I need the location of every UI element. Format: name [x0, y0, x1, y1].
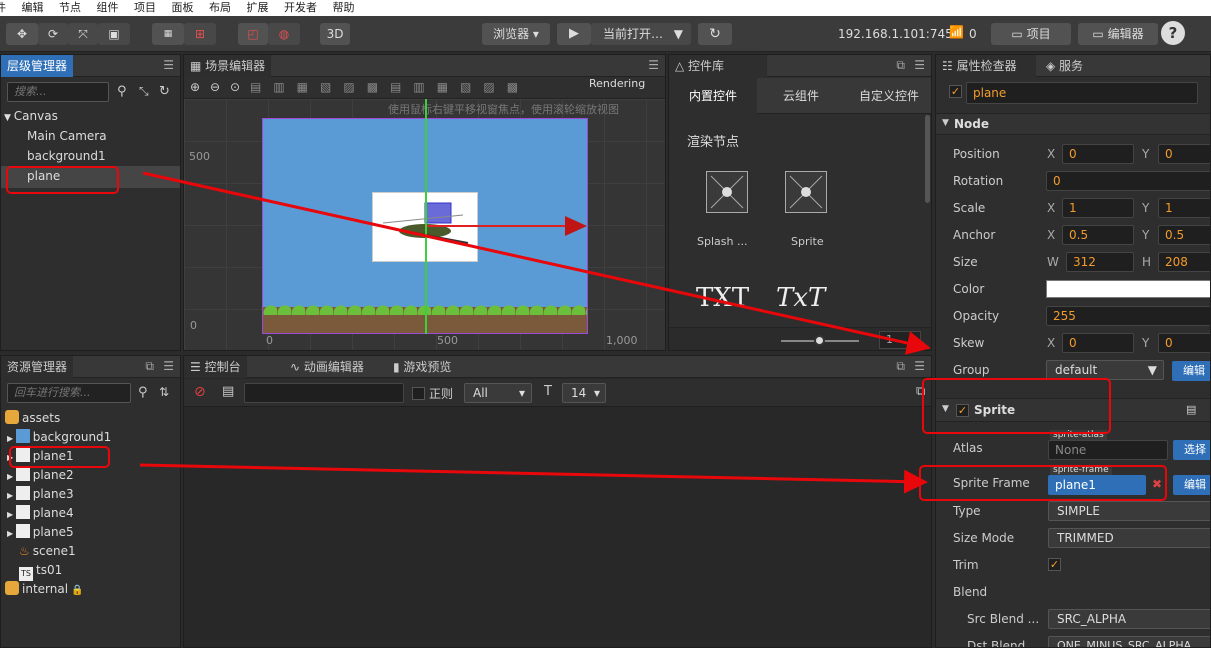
arrow-node-to-inspector [142, 171, 931, 355]
arrow-asset-to-sprite-frame [139, 463, 928, 494]
annotation-arrows [139, 171, 931, 494]
